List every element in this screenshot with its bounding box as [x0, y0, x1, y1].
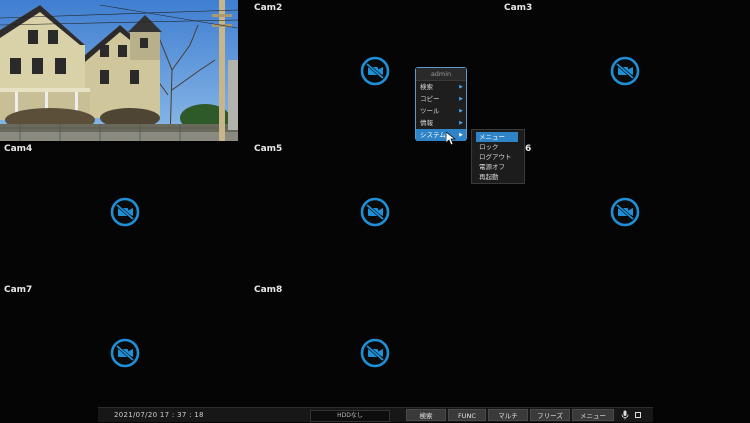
camera-tile-1[interactable] [0, 0, 250, 141]
menu-item-copy[interactable]: コピー ▶ [416, 93, 466, 105]
menu-item-system[interactable]: システム ▶ [416, 129, 466, 141]
menu-button[interactable]: メニュー [572, 409, 614, 421]
camera-label: Cam3 [504, 3, 533, 13]
camera-tile-7[interactable]: Cam7 [0, 282, 250, 423]
camera-tile-5[interactable]: Cam5 [250, 141, 500, 282]
camera-tile-4[interactable]: Cam4 [0, 141, 250, 282]
freeze-button[interactable]: フリーズ [530, 409, 570, 421]
menu-item-search[interactable]: 検索 ▶ [416, 81, 466, 93]
bottom-toolbar: 2021/07/20 17 : 37 : 18 HDDなし 検索 FUNC マル… [98, 407, 653, 422]
camera-tile-8[interactable]: Cam8 [250, 282, 500, 423]
video-off-icon [360, 56, 390, 86]
menu-item-label: システム [420, 131, 446, 139]
video-off-icon [610, 197, 640, 227]
camera-tile-9[interactable] [500, 282, 750, 423]
live-video-feed [0, 0, 238, 141]
menu-item-label: ツール [420, 107, 440, 115]
chevron-right-icon: ▶ [459, 108, 463, 114]
chevron-right-icon: ▶ [459, 120, 463, 126]
video-off-icon [110, 197, 140, 227]
menu-item-label: 情報 [420, 119, 433, 127]
camera-label: Cam8 [254, 285, 283, 295]
search-button[interactable]: 検索 [406, 409, 446, 421]
camera-tile-3[interactable]: Cam3 [500, 0, 750, 141]
chevron-right-icon: ▶ [459, 132, 463, 138]
camera-label: Cam5 [254, 144, 283, 154]
context-menu: admin 検索 ▶ コピー ▶ ツール ▶ 情報 ▶ システム ▶ [415, 67, 467, 141]
video-off-icon [110, 338, 140, 368]
video-off-icon [610, 56, 640, 86]
chevron-right-icon: ▶ [459, 96, 463, 102]
camera-label: Cam4 [4, 144, 33, 154]
video-off-icon [360, 338, 390, 368]
hdd-status: HDDなし [310, 410, 390, 422]
submenu-item-logout[interactable]: ログアウト [472, 152, 524, 162]
submenu-item-lock[interactable]: ロック [472, 142, 524, 152]
menu-item-label: 検索 [420, 83, 433, 91]
system-submenu: メニュー ロック ログアウト 電源オフ 再起動 [471, 129, 525, 184]
submenu-item-menu[interactable]: メニュー [476, 132, 518, 142]
multi-button[interactable]: マルチ [488, 409, 528, 421]
func-button[interactable]: FUNC [448, 409, 486, 421]
microphone-icon[interactable] [621, 410, 629, 420]
camera-tile-6[interactable]: 6 [500, 141, 750, 282]
datetime-display: 2021/07/20 17 : 37 : 18 [114, 411, 204, 419]
chevron-right-icon: ▶ [459, 84, 463, 90]
fullscreen-icon[interactable] [635, 412, 641, 418]
camera-label: 6 [525, 144, 532, 154]
submenu-item-restart[interactable]: 再起動 [472, 172, 524, 182]
camera-grid: Cam2 Cam3 Cam4 Cam5 6 Cam7 Cam8 [0, 0, 750, 423]
mouse-cursor-icon [446, 132, 456, 146]
submenu-item-power-off[interactable]: 電源オフ [472, 162, 524, 172]
camera-label: Cam2 [254, 3, 283, 13]
menu-item-tools[interactable]: ツール ▶ [416, 105, 466, 117]
menu-item-info[interactable]: 情報 ▶ [416, 117, 466, 129]
camera-label: Cam7 [4, 285, 33, 295]
menu-title: admin [416, 68, 466, 81]
video-off-icon [360, 197, 390, 227]
menu-item-label: コピー [420, 95, 440, 103]
